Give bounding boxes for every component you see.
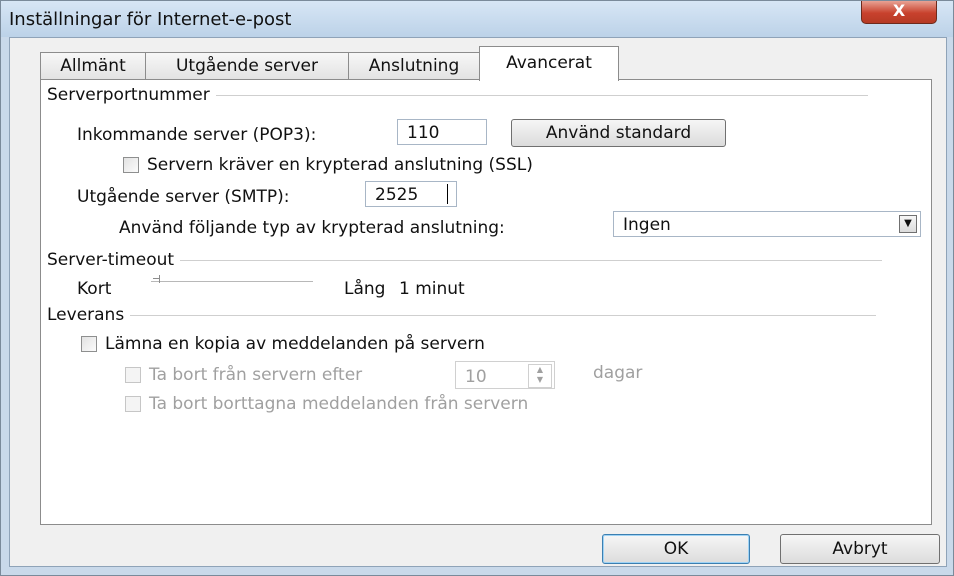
dialog-window: Inställningar för Internet-e-post X Allm…	[0, 0, 954, 576]
server-timeout-group-header: Server-timeout	[47, 250, 883, 270]
keep-copy-label: Lämna en kopia av meddelanden på servern	[105, 334, 485, 354]
encryption-type-select[interactable]: Ingen ▼	[613, 211, 921, 237]
server-ports-group-header: Serverportnummer	[47, 85, 868, 105]
close-button[interactable]: X	[861, 1, 937, 24]
title-bar[interactable]: Inställningar för Internet-e-post X	[1, 1, 953, 37]
group-divider	[180, 259, 883, 261]
remove-after-label: Ta bort från servern efter	[149, 365, 363, 385]
remove-after-checkbox[interactable]	[125, 367, 141, 383]
outgoing-server-label: Utgående server (SMTP):	[77, 187, 290, 207]
encryption-type-value: Ingen	[623, 215, 671, 235]
cancel-button[interactable]: Avbryt	[780, 534, 940, 564]
spinner-arrows-icon[interactable]: ▲ ▼	[528, 364, 552, 388]
remove-deleted-label: Ta bort borttagna meddelanden från serve…	[149, 394, 529, 414]
group-divider	[215, 94, 868, 96]
tab-advanced[interactable]: Avancerat	[479, 46, 619, 81]
remove-after-days-value: 10	[465, 367, 487, 387]
tab-connection[interactable]: Anslutning	[348, 52, 480, 79]
timeout-value: 1 minut	[399, 279, 465, 299]
use-default-button[interactable]: Använd standard	[511, 119, 726, 147]
slider-tick	[153, 278, 159, 279]
days-label: dagar	[593, 363, 643, 383]
slider-track	[151, 281, 313, 282]
ssl-label: Servern kräver en krypterad anslutning (…	[147, 155, 533, 175]
remove-deleted-checkbox[interactable]	[125, 396, 141, 412]
tab-outgoing-server[interactable]: Utgående server	[145, 52, 349, 79]
delivery-group-header: Leverans	[47, 305, 877, 325]
outgoing-port-value: 2525	[375, 185, 419, 205]
incoming-port-input[interactable]: 110	[397, 119, 487, 145]
window-title: Inställningar för Internet-e-post	[9, 9, 292, 30]
timeout-slider[interactable]	[151, 275, 313, 289]
encryption-type-label: Använd följande typ av krypterad anslutn…	[119, 218, 505, 238]
remove-after-days-stepper[interactable]: 10 ▲ ▼	[455, 361, 555, 389]
delivery-group-title: Leverans	[47, 305, 125, 325]
chevron-down-icon[interactable]: ▼	[899, 215, 917, 233]
ssl-checkbox[interactable]	[123, 157, 139, 173]
incoming-server-label: Inkommande server (POP3):	[77, 125, 317, 145]
tab-general[interactable]: Allmänt	[40, 52, 146, 79]
advanced-tab-panel: Serverportnummer Inkommande server (POP3…	[40, 79, 932, 525]
timeout-long-label: Lång	[344, 279, 386, 299]
text-caret	[447, 184, 448, 204]
close-icon: X	[892, 1, 906, 20]
group-divider	[130, 314, 877, 316]
keep-copy-checkbox[interactable]	[81, 336, 97, 352]
server-timeout-group-title: Server-timeout	[47, 250, 175, 270]
outgoing-port-input[interactable]: 2525	[365, 181, 457, 207]
timeout-short-label: Kort	[77, 279, 112, 299]
slider-thumb[interactable]	[159, 275, 160, 283]
dialog-client-area: Allmänt Utgående server Anslutning Avanc…	[9, 37, 947, 567]
server-ports-group-title: Serverportnummer	[47, 85, 210, 105]
ok-button[interactable]: OK	[602, 534, 750, 564]
